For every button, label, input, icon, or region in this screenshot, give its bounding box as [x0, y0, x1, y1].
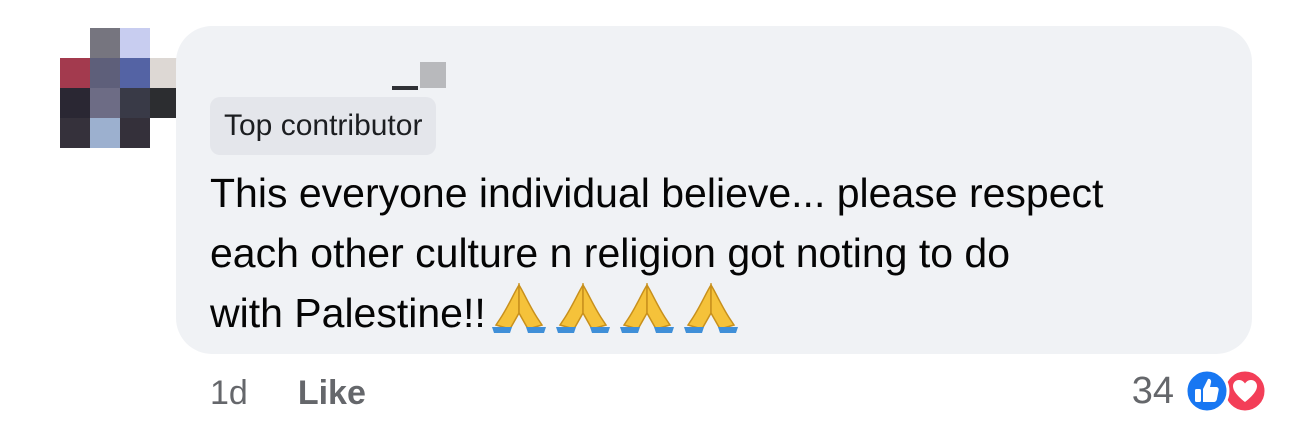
comment-line: with Palestine!!: [210, 283, 1230, 343]
comment-line-text: with Palestine!!: [210, 290, 486, 336]
avatar-pixel: [60, 118, 90, 148]
reaction-count: 34: [1131, 369, 1174, 412]
comment-line: This everyone individual believe... plea…: [210, 170, 1104, 216]
avatar-pixel: [90, 118, 120, 148]
avatar-pixel: [120, 58, 150, 88]
avatar-pixel: [90, 88, 120, 118]
reaction-icons: [1184, 368, 1268, 414]
avatar-pixel: [60, 88, 90, 118]
folded-hands-icon: [555, 283, 610, 333]
comment-actions: 1d Like: [210, 368, 366, 418]
avatar-pixel: [120, 88, 150, 118]
folded-hands-icon: [491, 283, 546, 333]
comment-timestamp[interactable]: 1d: [210, 374, 248, 413]
avatar-pixel: [90, 58, 120, 88]
avatar-pixel: [120, 28, 150, 58]
comment-line: each other culture n religion got noting…: [210, 230, 1011, 276]
like-reaction-icon: [1184, 368, 1230, 414]
avatar-pixel: [60, 58, 90, 88]
avatar-pixel: [90, 28, 120, 58]
comment-text: This everyone individual believe... plea…: [210, 163, 1230, 343]
top-contributor-badge: Top contributor: [210, 97, 437, 155]
redaction-bar: [392, 86, 418, 90]
folded-hands-icon: [619, 283, 674, 333]
redaction-block: [420, 62, 446, 88]
commenter-name-redacted[interactable]: [392, 58, 454, 92]
avatar-pixel: [120, 118, 150, 148]
emoji-group: [490, 283, 740, 333]
like-button[interactable]: Like: [298, 374, 366, 413]
reaction-summary[interactable]: 34: [1132, 366, 1268, 416]
folded-hands-icon: [683, 283, 738, 333]
